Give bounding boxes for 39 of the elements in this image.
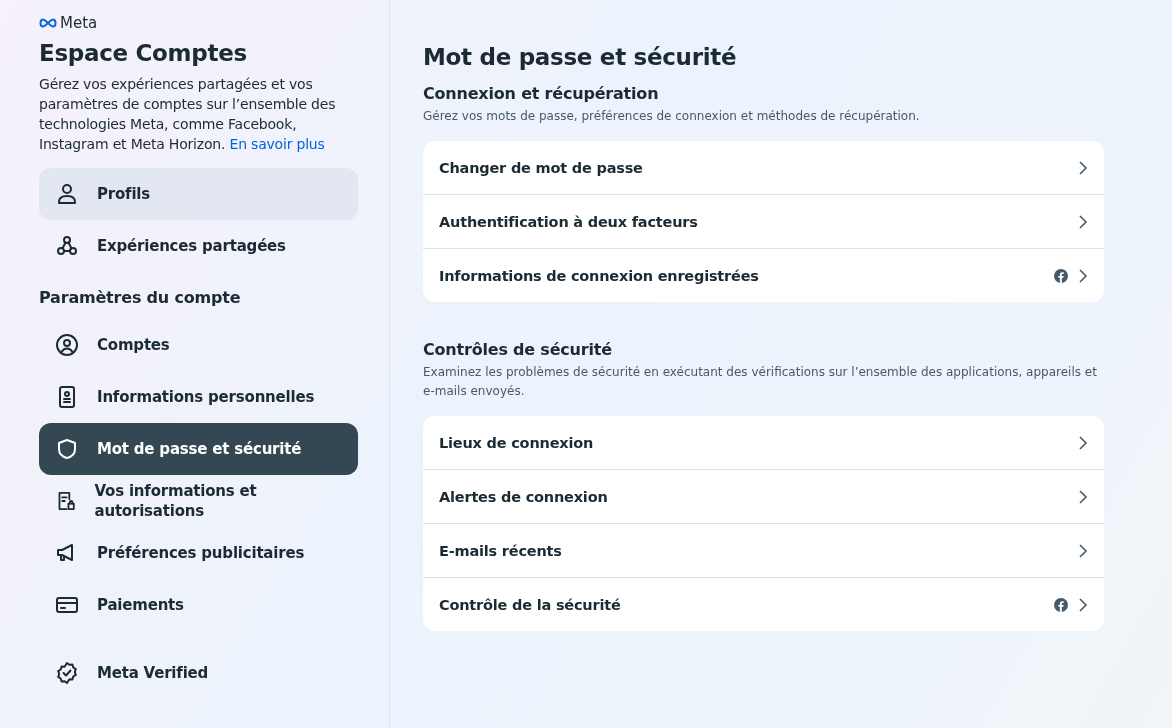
nodes-icon (55, 234, 79, 258)
user-circle-icon (55, 333, 79, 357)
sidebar-item[interactable]: Expériences partagées (39, 220, 358, 272)
verified-badge-icon (55, 661, 79, 685)
person-icon (55, 182, 79, 206)
chevron-right-icon (1078, 435, 1088, 450)
chevron-right-icon (1078, 160, 1088, 175)
sidebar-item[interactable]: Profils (39, 168, 358, 220)
settings-row[interactable]: Alertes de connexion (423, 469, 1104, 523)
sidebar-item[interactable]: Vos informations et autorisations (39, 475, 358, 527)
sidebar-item[interactable]: Informations personnelles (39, 371, 358, 423)
settings-row[interactable]: Changer de mot de passe (423, 141, 1104, 194)
sidebar-item[interactable]: Préférences publicitaires (39, 527, 358, 579)
group-title: Connexion et récupération (423, 84, 660, 103)
chevron-right-icon (1078, 268, 1088, 283)
brand-name: Meta (60, 14, 98, 32)
page-title: Espace Comptes (39, 40, 248, 66)
infinity-logo-icon (39, 18, 57, 28)
group-title: Contrôles de sécurité (423, 340, 613, 359)
sidebar-item[interactable]: Meta Verified (39, 647, 358, 699)
section-title: Paramètres du compte (39, 288, 242, 307)
sidebar-item[interactable]: Mot de passe et sécurité (39, 423, 358, 475)
settings-row[interactable]: Authentification à deux facteurs (423, 194, 1104, 248)
chevron-right-icon (1078, 543, 1088, 558)
shield-icon (55, 437, 79, 461)
section-heading: Mot de passe et sécurité (423, 44, 738, 70)
chevron-right-icon (1078, 489, 1088, 504)
chevron-right-icon (1078, 597, 1088, 612)
settings-row[interactable]: Contrôle de la sécurité (423, 577, 1104, 631)
sidebar-item[interactable]: Paiements (39, 579, 358, 631)
sidebar-item[interactable]: Comptes (39, 319, 358, 371)
group-description: Gérez vos mots de passe, préférences de connexion et méthodes de récupération. (423, 108, 921, 125)
settings-row[interactable]: Lieux de connexion (423, 416, 1104, 469)
learn-more-link[interactable]: En savoir plus (229, 136, 325, 152)
settings-row[interactable]: E-mails récents (423, 523, 1104, 577)
description-text: Gérez vos expériences partagées et vos paramètres de comptes sur l’ensemble des technologies Meta, comme Facebook, Instagram et Meta Horizon. En savoir plus (39, 75, 337, 154)
group-description: Examinez les problèmes de sécurité en exécutant des vérifications sur l’ensemble des applications, appareils et e-mails envoyés. (423, 364, 1098, 400)
settings-row[interactable]: Informations de connexion enregistrées (423, 248, 1104, 302)
chevron-right-icon (1078, 214, 1088, 229)
